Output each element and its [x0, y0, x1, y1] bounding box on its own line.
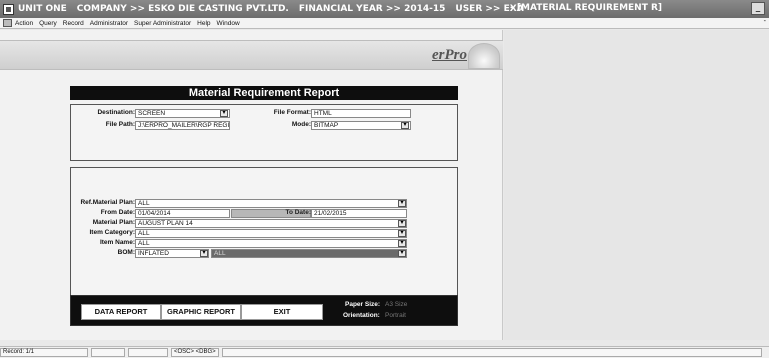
- form-title: - [MATERIAL REQUIREMENT R]: [510, 3, 663, 13]
- menu-help[interactable]: Help: [197, 20, 210, 27]
- from-date-field[interactable]: 01/04/2014: [135, 209, 230, 218]
- item-name-select[interactable]: ALL: [135, 239, 407, 248]
- bom-select[interactable]: INFLATED: [135, 249, 209, 258]
- financial-year-label: FINANCIAL YEAR >> 2014-15: [298, 4, 446, 14]
- bom-item-select[interactable]: ALL: [211, 249, 407, 258]
- item-name-dropdown-icon[interactable]: ▾: [398, 240, 406, 247]
- menu-bar: Action Query Record Administrator Super …: [0, 18, 769, 29]
- ref-plan-select[interactable]: ALL: [135, 199, 407, 208]
- status-message: [222, 348, 762, 357]
- app-icon: [3, 3, 14, 15]
- item-category-label: Item Category:: [89, 229, 135, 236]
- exit-button[interactable]: EXIT: [241, 304, 323, 320]
- mode-label: Mode:: [291, 121, 311, 128]
- orientation-value: Portrait: [385, 312, 406, 319]
- item-name-label: Item Name:: [99, 239, 135, 246]
- parameters-panel: Ref.Material Plan: ALL ▾ From Date: 01/0…: [70, 167, 458, 298]
- minimize-icon[interactable]: _: [751, 2, 765, 15]
- status-cell-empty-2: [128, 348, 168, 357]
- menu-action[interactable]: Action: [15, 20, 33, 27]
- data-report-button[interactable]: DATA REPORT: [81, 304, 161, 320]
- header-banner: erPro: [0, 40, 503, 70]
- paper-size-value: A3 Size: [385, 301, 408, 308]
- destination-label: Destination:: [97, 109, 135, 116]
- menu-window[interactable]: Window: [217, 20, 240, 27]
- form-icon[interactable]: [3, 19, 12, 27]
- action-bar: DATA REPORT GRAPHIC REPORT EXIT Paper Si…: [70, 295, 458, 326]
- orientation-label: Orientation:: [343, 312, 380, 319]
- bom-dropdown-icon[interactable]: ▾: [200, 250, 208, 257]
- from-date-label: From Date:: [100, 209, 135, 216]
- status-bar: Record: 1/1 <OSC> <DBG>: [0, 346, 769, 358]
- to-date-label: To Date:: [285, 209, 311, 216]
- status-cell-empty-1: [91, 348, 125, 357]
- paper-size-label: Paper Size:: [345, 301, 381, 308]
- file-path-field[interactable]: J:\ERPRO_MAILER\RGP REGI: [135, 121, 230, 130]
- bom-item-dropdown-icon[interactable]: ▾: [398, 250, 406, 257]
- menu-record[interactable]: Record: [63, 20, 84, 27]
- material-plan-dropdown-icon[interactable]: ▾: [398, 220, 406, 227]
- destination-dropdown-icon[interactable]: ▾: [220, 110, 228, 117]
- mode-select[interactable]: BITMAP: [311, 121, 411, 130]
- file-format-label: File Format:: [273, 109, 311, 116]
- file-path-label: File Path:: [105, 121, 135, 128]
- item-category-select[interactable]: ALL: [135, 229, 407, 238]
- window-title-bar: UNIT ONE COMPANY >> ESKO DIE CASTING PVT…: [0, 0, 769, 18]
- ref-plan-dropdown-icon[interactable]: ▾: [398, 200, 406, 207]
- menu-super-administrator[interactable]: Super Administrator: [134, 20, 191, 27]
- osc-dbg-indicator: <OSC> <DBG>: [171, 348, 219, 357]
- mdi-minimize-icon[interactable]: -: [764, 18, 766, 25]
- graphic-report-button[interactable]: GRAPHIC REPORT: [161, 304, 241, 320]
- file-format-field[interactable]: HTML: [311, 109, 411, 118]
- record-count: Record: 1/1: [0, 348, 88, 357]
- erpro-logo-text: erPro: [432, 47, 467, 63]
- to-date-field[interactable]: 21/02/2015: [311, 209, 407, 218]
- menu-administrator[interactable]: Administrator: [90, 20, 128, 27]
- unit-label: UNIT ONE: [18, 4, 67, 14]
- mdi-background: [504, 30, 769, 340]
- item-category-dropdown-icon[interactable]: ▾: [398, 230, 406, 237]
- output-settings-panel: Destination: SCREEN ▾ File Format: HTML …: [70, 104, 458, 161]
- material-plan-label: Material Plan:: [92, 219, 135, 226]
- erpro-logo-icon: [468, 43, 500, 69]
- mode-dropdown-icon[interactable]: ▾: [401, 122, 409, 129]
- company-label: COMPANY >> ESKO DIE CASTING PVT.LTD.: [76, 4, 289, 14]
- destination-select[interactable]: SCREEN: [135, 109, 230, 118]
- menu-query[interactable]: Query: [39, 20, 57, 27]
- material-plan-select[interactable]: AUGUST PLAN 14: [135, 219, 407, 228]
- report-form: erPro Material Requirement Report Destin…: [0, 30, 503, 340]
- ref-plan-label: Ref.Material Plan:: [80, 199, 135, 206]
- bom-label: BOM:: [117, 249, 135, 256]
- page-title: Material Requirement Report: [70, 86, 458, 100]
